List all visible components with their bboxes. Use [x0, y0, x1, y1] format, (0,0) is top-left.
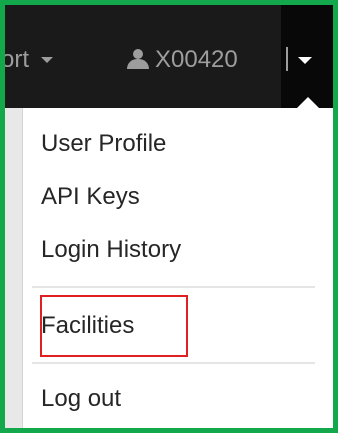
- caret-down-icon: [41, 57, 54, 63]
- nav-user-label: X00420: [155, 46, 238, 73]
- menu-item-login-history[interactable]: Login History: [41, 235, 181, 265]
- nav-support-label: ort: [1, 46, 30, 73]
- nav-support-dropdown[interactable]: ort: [5, 40, 54, 80]
- nav-user-menu[interactable]: X00420: [127, 40, 238, 80]
- top-navbar: ort X00420: [5, 5, 333, 108]
- dropdown-pointer: [297, 97, 319, 108]
- menu-item-user-profile[interactable]: User Profile: [41, 129, 166, 159]
- toggle-separator: [286, 47, 288, 71]
- menu-item-api-keys[interactable]: API Keys: [41, 182, 140, 212]
- menu-divider: [32, 362, 315, 364]
- menu-divider: [32, 286, 315, 288]
- screenshot-frame: ort X00420 User Profile API Keys Login H…: [0, 0, 338, 433]
- user-icon: [127, 49, 149, 69]
- caret-down-icon: [298, 57, 312, 64]
- menu-item-log-out[interactable]: Log out: [41, 384, 121, 414]
- facilities-highlight-box: [40, 295, 188, 357]
- user-menu-toggle-button[interactable]: [281, 5, 333, 108]
